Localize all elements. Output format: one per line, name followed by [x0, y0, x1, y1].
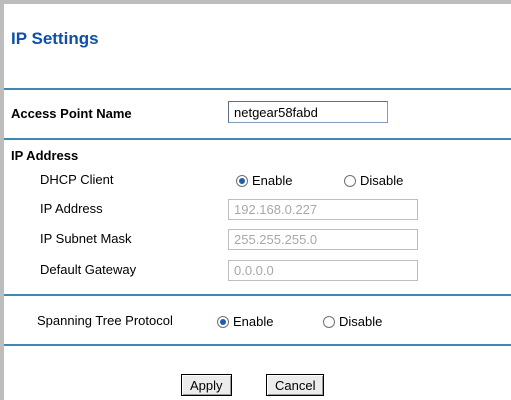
window-frame-top: [0, 0, 511, 4]
dhcp-client-label: DHCP Client: [40, 172, 114, 187]
spanning-tree-label: Spanning Tree Protocol: [37, 313, 173, 328]
spanning-tree-disable-radio[interactable]: Disable: [323, 314, 382, 329]
divider: [4, 88, 511, 90]
spanning-tree-disable-label: Disable: [339, 314, 383, 329]
dhcp-enable-label: Enable: [252, 173, 293, 188]
ip-address-input[interactable]: [228, 199, 418, 220]
cancel-button[interactable]: Cancel: [266, 374, 325, 396]
access-point-name-input[interactable]: [228, 101, 388, 123]
radio-checked-icon: [236, 174, 248, 187]
spanning-tree-enable-label: Enable: [233, 314, 274, 329]
radio-checked-icon: [217, 315, 229, 328]
access-point-name-label: Access Point Name: [11, 106, 132, 121]
apply-button[interactable]: Apply: [181, 374, 232, 396]
dhcp-disable-radio[interactable]: Disable: [344, 173, 403, 188]
default-gateway-label: Default Gateway: [40, 262, 137, 277]
window-frame-left: [0, 0, 4, 400]
divider: [4, 344, 511, 346]
spanning-tree-enable-radio[interactable]: Enable: [217, 314, 273, 329]
dhcp-enable-radio[interactable]: Enable: [236, 173, 292, 188]
divider: [4, 138, 511, 140]
subnet-mask-label: IP Subnet Mask: [40, 231, 132, 246]
dhcp-disable-label: Disable: [360, 173, 404, 188]
radio-unchecked-icon: [323, 315, 335, 328]
default-gateway-input[interactable]: [228, 260, 418, 281]
ip-address-label: IP Address: [40, 201, 103, 216]
page-title: IP Settings: [11, 29, 99, 48]
subnet-mask-input[interactable]: [228, 229, 418, 250]
divider: [4, 294, 511, 296]
radio-unchecked-icon: [344, 174, 356, 187]
ip-address-section-label: IP Address: [11, 148, 79, 163]
